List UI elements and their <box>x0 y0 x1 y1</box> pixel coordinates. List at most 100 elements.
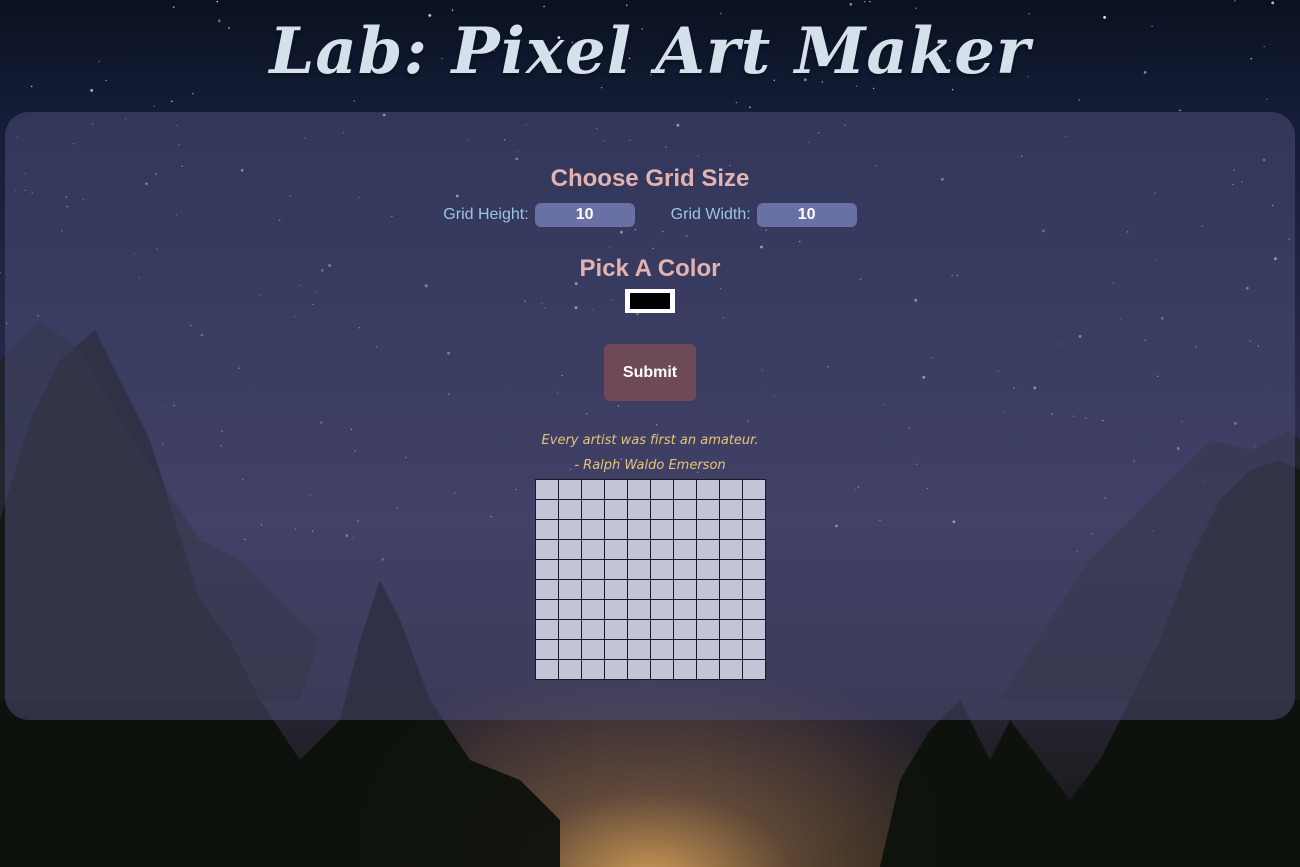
grid-cell[interactable] <box>650 499 674 520</box>
grid-cell[interactable] <box>558 499 582 520</box>
grid-cell[interactable] <box>558 519 582 540</box>
grid-cell[interactable] <box>719 599 743 620</box>
grid-cell[interactable] <box>742 599 766 620</box>
grid-cell[interactable] <box>742 499 766 520</box>
grid-cell[interactable] <box>558 599 582 620</box>
grid-cell[interactable] <box>558 539 582 560</box>
grid-cell[interactable] <box>696 619 720 640</box>
grid-cell[interactable] <box>673 519 697 540</box>
grid-cell[interactable] <box>581 619 605 640</box>
grid-cell[interactable] <box>604 619 628 640</box>
grid-cell[interactable] <box>696 519 720 540</box>
grid-cell[interactable] <box>627 539 651 560</box>
grid-cell[interactable] <box>535 639 559 660</box>
grid-cell[interactable] <box>627 579 651 600</box>
grid-cell[interactable] <box>742 619 766 640</box>
grid-cell[interactable] <box>719 479 743 500</box>
grid-cell[interactable] <box>558 479 582 500</box>
grid-cell[interactable] <box>581 519 605 540</box>
grid-cell[interactable] <box>673 639 697 660</box>
grid-cell[interactable] <box>581 599 605 620</box>
grid-cell[interactable] <box>650 659 674 680</box>
grid-cell[interactable] <box>535 479 559 500</box>
grid-cell[interactable] <box>604 599 628 620</box>
grid-cell[interactable] <box>696 499 720 520</box>
grid-cell[interactable] <box>581 539 605 560</box>
grid-cell[interactable] <box>535 599 559 620</box>
grid-cell[interactable] <box>627 479 651 500</box>
grid-cell[interactable] <box>535 559 559 580</box>
grid-height-input[interactable] <box>534 203 635 227</box>
grid-cell[interactable] <box>742 539 766 560</box>
grid-cell[interactable] <box>581 579 605 600</box>
grid-cell[interactable] <box>650 599 674 620</box>
grid-cell[interactable] <box>742 639 766 660</box>
grid-cell[interactable] <box>673 619 697 640</box>
grid-cell[interactable] <box>696 539 720 560</box>
grid-cell[interactable] <box>719 639 743 660</box>
grid-cell[interactable] <box>650 519 674 540</box>
grid-cell[interactable] <box>581 499 605 520</box>
grid-cell[interactable] <box>742 559 766 580</box>
grid-cell[interactable] <box>719 539 743 560</box>
grid-cell[interactable] <box>604 559 628 580</box>
grid-cell[interactable] <box>719 619 743 640</box>
grid-cell[interactable] <box>558 559 582 580</box>
grid-cell[interactable] <box>673 539 697 560</box>
grid-cell[interactable] <box>719 559 743 580</box>
grid-cell[interactable] <box>627 499 651 520</box>
grid-cell[interactable] <box>535 519 559 540</box>
grid-cell[interactable] <box>696 559 720 580</box>
submit-button[interactable]: Submit <box>604 344 696 401</box>
grid-cell[interactable] <box>604 499 628 520</box>
grid-cell[interactable] <box>742 579 766 600</box>
grid-cell[interactable] <box>581 559 605 580</box>
grid-cell[interactable] <box>673 559 697 580</box>
grid-cell[interactable] <box>673 599 697 620</box>
grid-cell[interactable] <box>696 639 720 660</box>
grid-cell[interactable] <box>673 579 697 600</box>
grid-cell[interactable] <box>581 659 605 680</box>
grid-cell[interactable] <box>742 479 766 500</box>
grid-cell[interactable] <box>558 579 582 600</box>
grid-cell[interactable] <box>604 659 628 680</box>
grid-cell[interactable] <box>627 559 651 580</box>
grid-cell[interactable] <box>673 659 697 680</box>
grid-cell[interactable] <box>604 519 628 540</box>
grid-cell[interactable] <box>650 579 674 600</box>
grid-cell[interactable] <box>627 659 651 680</box>
grid-cell[interactable] <box>650 479 674 500</box>
grid-cell[interactable] <box>673 499 697 520</box>
grid-cell[interactable] <box>742 659 766 680</box>
grid-cell[interactable] <box>696 599 720 620</box>
grid-cell[interactable] <box>627 599 651 620</box>
grid-cell[interactable] <box>604 539 628 560</box>
grid-cell[interactable] <box>627 639 651 660</box>
grid-cell[interactable] <box>650 639 674 660</box>
grid-cell[interactable] <box>696 659 720 680</box>
grid-cell[interactable] <box>627 619 651 640</box>
grid-width-input[interactable] <box>756 203 857 227</box>
grid-cell[interactable] <box>581 479 605 500</box>
grid-cell[interactable] <box>742 519 766 540</box>
grid-cell[interactable] <box>581 639 605 660</box>
grid-cell[interactable] <box>627 519 651 540</box>
grid-cell[interactable] <box>535 579 559 600</box>
grid-cell[interactable] <box>673 479 697 500</box>
grid-cell[interactable] <box>650 619 674 640</box>
grid-cell[interactable] <box>719 499 743 520</box>
color-picker[interactable] <box>625 289 675 313</box>
grid-cell[interactable] <box>696 579 720 600</box>
grid-cell[interactable] <box>650 559 674 580</box>
grid-cell[interactable] <box>719 519 743 540</box>
grid-cell[interactable] <box>558 659 582 680</box>
grid-cell[interactable] <box>558 639 582 660</box>
grid-cell[interactable] <box>558 619 582 640</box>
grid-cell[interactable] <box>535 659 559 680</box>
grid-cell[interactable] <box>604 639 628 660</box>
grid-cell[interactable] <box>696 479 720 500</box>
grid-cell[interactable] <box>604 479 628 500</box>
grid-cell[interactable] <box>535 619 559 640</box>
grid-cell[interactable] <box>535 539 559 560</box>
grid-cell[interactable] <box>650 539 674 560</box>
